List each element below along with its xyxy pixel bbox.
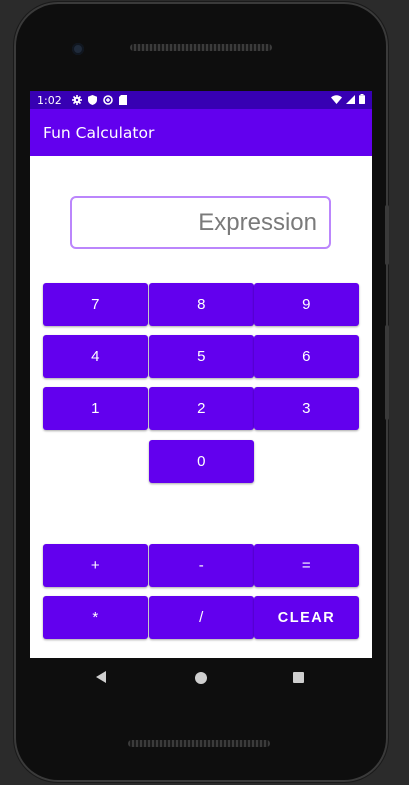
plus-button[interactable]: +: [43, 544, 148, 587]
equals-button[interactable]: =: [254, 544, 359, 587]
key-4-button[interactable]: 4: [43, 335, 148, 378]
minus-button[interactable]: -: [149, 544, 254, 587]
key-9-button[interactable]: 9: [254, 283, 359, 326]
calculator-content: 7 8 9 4 5 6 1 2 3 0 + - = * / CLEAR: [30, 156, 372, 658]
status-bar: 1:02: [30, 91, 372, 109]
device-screen: 1:02 Fun Calculator 7: [30, 91, 372, 658]
key-7-button[interactable]: 7: [43, 283, 148, 326]
power-button: [385, 205, 389, 265]
multiply-button[interactable]: *: [43, 596, 148, 639]
navigation-bar: [30, 658, 372, 698]
battery-icon: [359, 93, 365, 107]
app-title: Fun Calculator: [43, 123, 155, 142]
home-icon[interactable]: [195, 672, 207, 684]
settings-icon: [71, 95, 82, 105]
status-time: 1:02: [37, 93, 62, 107]
recents-icon[interactable]: [293, 672, 304, 683]
shield-icon: [87, 95, 97, 105]
wifi-icon: [331, 94, 342, 107]
key-6-button[interactable]: 6: [254, 335, 359, 378]
status-right-icons: [331, 93, 365, 107]
key-0-button[interactable]: 0: [149, 440, 254, 483]
key-1-button[interactable]: 1: [43, 387, 148, 430]
app-bar: Fun Calculator: [30, 109, 372, 156]
signal-icon: [346, 94, 355, 107]
data-saver-icon: [102, 95, 113, 105]
key-3-button[interactable]: 3: [254, 387, 359, 430]
earpiece-speaker: [130, 44, 272, 51]
sd-card-icon: [118, 95, 127, 105]
volume-button: [385, 325, 389, 420]
key-2-button[interactable]: 2: [149, 387, 254, 430]
front-camera: [72, 43, 84, 55]
expression-input[interactable]: [70, 196, 331, 249]
divide-button[interactable]: /: [149, 596, 254, 639]
key-8-button[interactable]: 8: [149, 283, 254, 326]
bottom-speaker: [128, 740, 270, 747]
clear-button[interactable]: CLEAR: [254, 596, 359, 639]
back-icon[interactable]: [96, 671, 106, 683]
key-5-button[interactable]: 5: [149, 335, 254, 378]
